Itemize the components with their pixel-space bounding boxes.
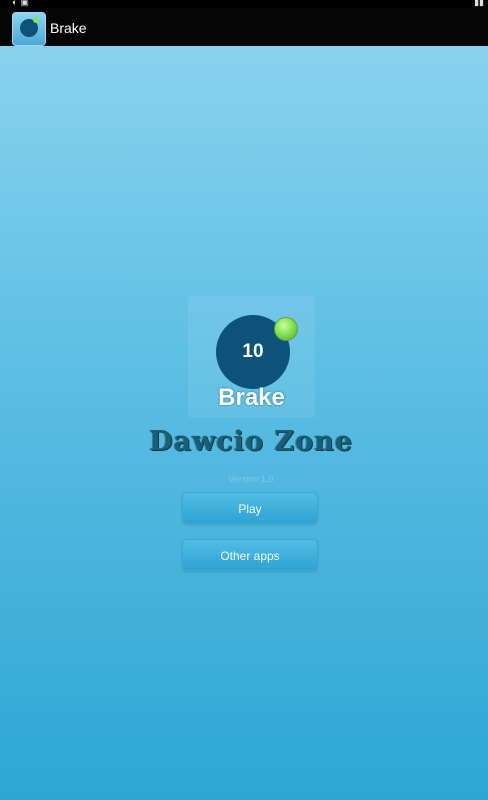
version-text: Version 1.0 (228, 474, 274, 484)
green-ball-icon (274, 317, 298, 341)
app-title: Brake (50, 20, 87, 36)
play-button[interactable]: Play (182, 492, 318, 524)
developer-name: Dawcio Zone (149, 426, 353, 457)
ball-icon (33, 17, 39, 23)
logo-title: Brake (218, 384, 285, 411)
screen: ◐▣ ▮▮ Brake 10 Brake Dawcio Zone Version… (0, 0, 488, 800)
status-bar: ◐▣ ▮▮ (0, 0, 488, 8)
main-content: 10 Brake Dawcio Zone Version 1.0 Play Ot… (0, 46, 488, 800)
game-logo: 10 Brake (188, 296, 315, 418)
logo-number: 10 (242, 341, 264, 362)
brake-app-icon[interactable] (12, 12, 46, 46)
other-apps-button[interactable]: Other apps (182, 539, 318, 571)
status-icons: ▮▮ (474, 0, 484, 7)
action-bar: Brake (0, 8, 488, 47)
notification-icons: ◐▣ (12, 0, 32, 7)
